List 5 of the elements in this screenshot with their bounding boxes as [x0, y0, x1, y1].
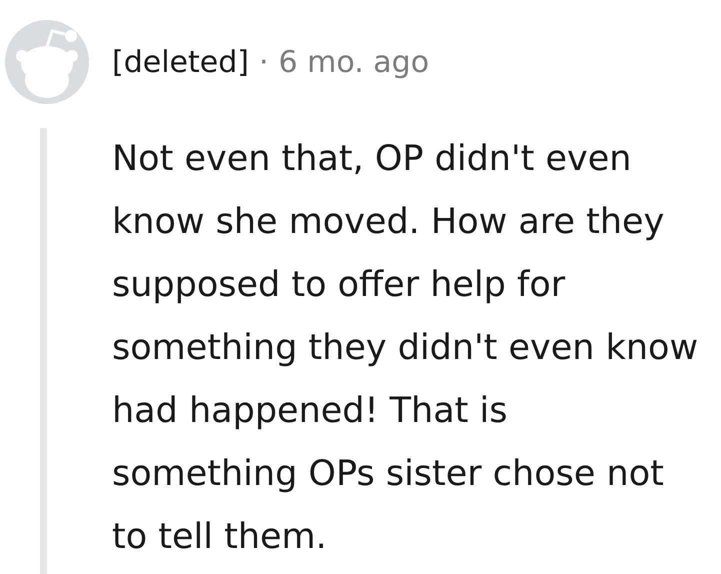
timestamp: 6 mo. ago	[278, 44, 430, 80]
comment-text: Not even that, OP didn't even know she moved. How are they supposed to offer help for something they didn't even know had happened! That is something OPs sister chose not to tell them.	[112, 138, 700, 559]
author-name[interactable]: [deleted]	[112, 44, 249, 80]
avatar-icon	[5, 20, 89, 104]
separator-dot: ·	[258, 44, 269, 80]
